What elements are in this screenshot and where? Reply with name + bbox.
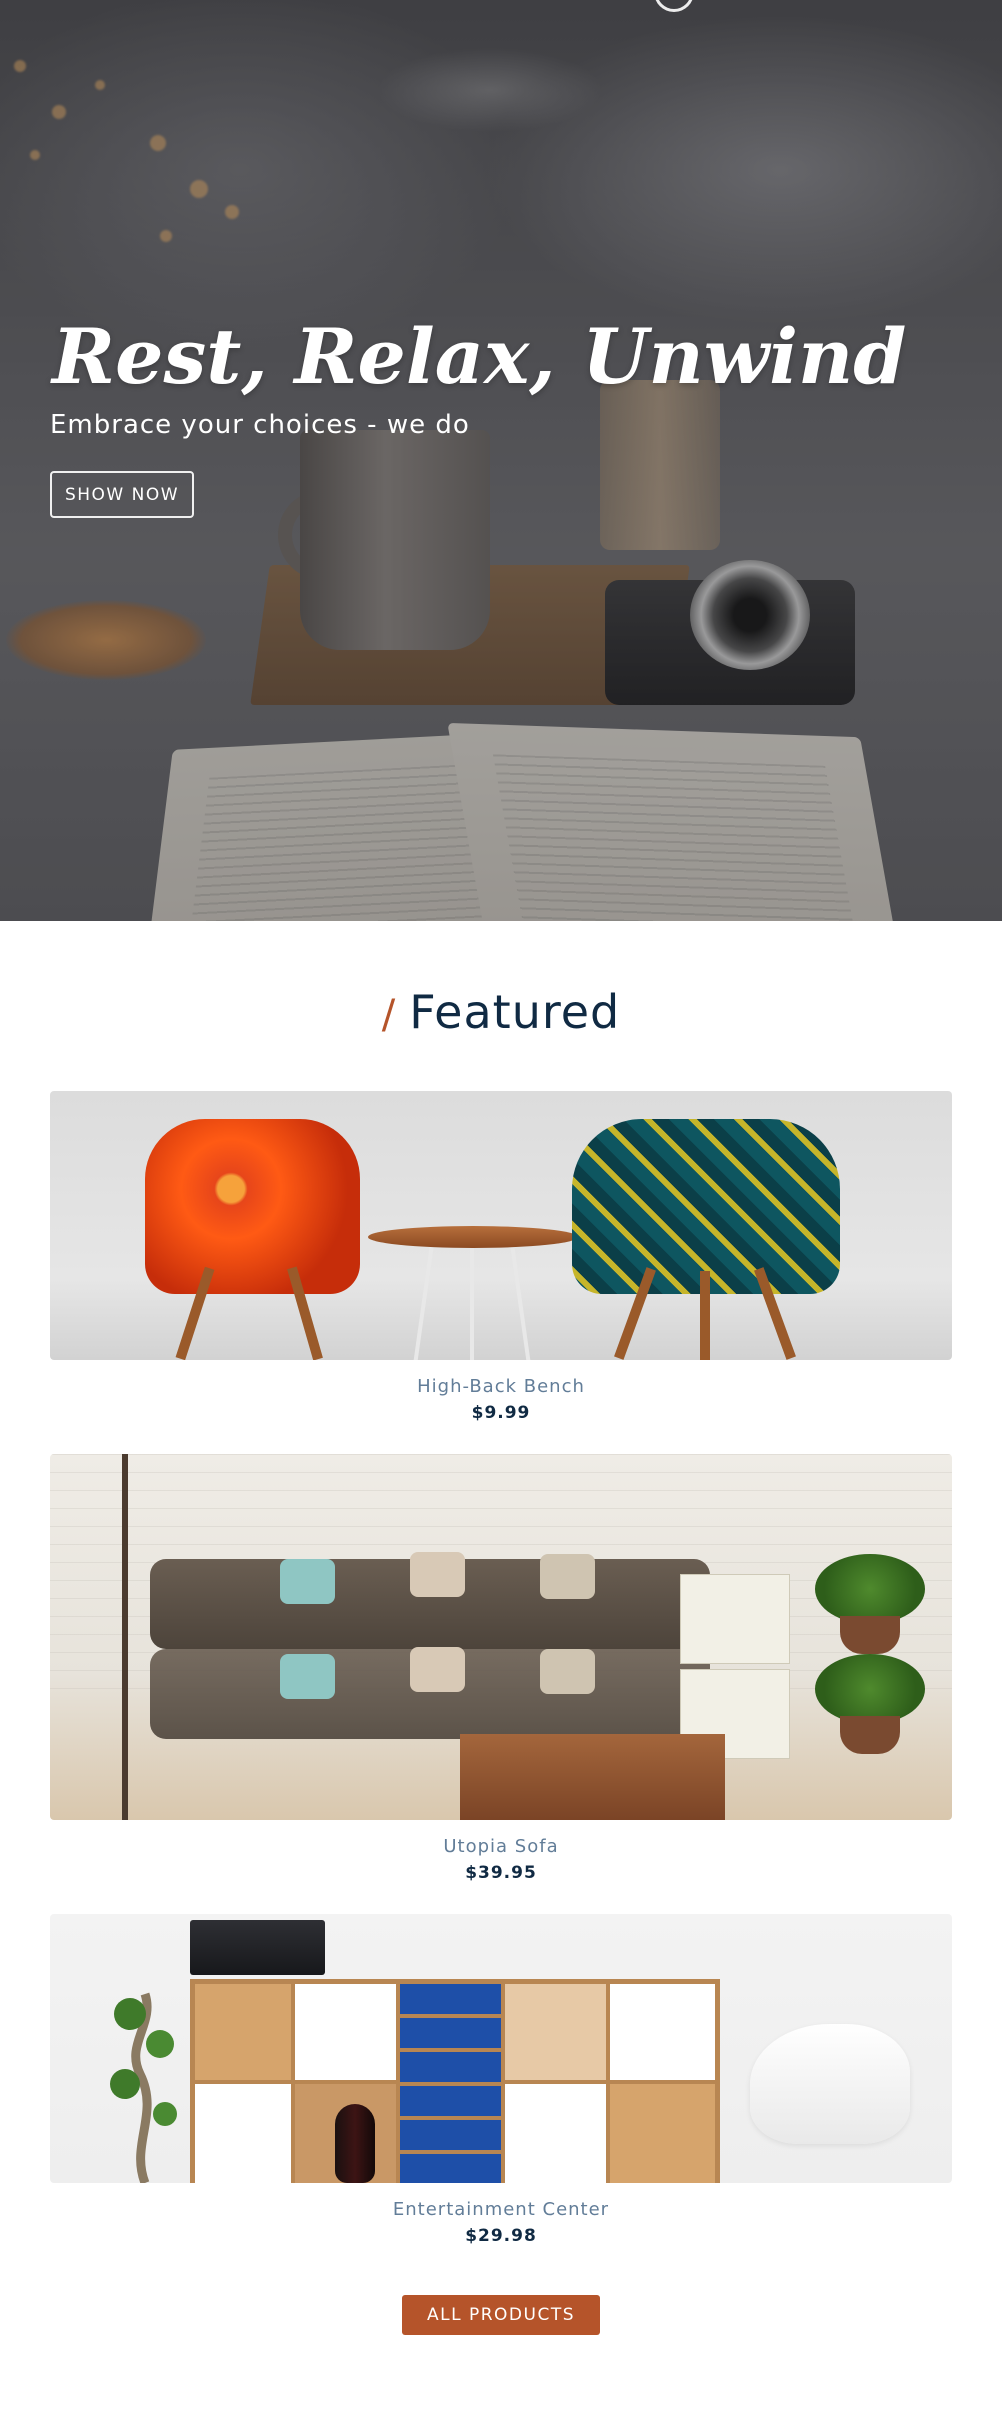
product-name[interactable]: High-Back Bench [50, 1376, 952, 1397]
hero-subtitle: Embrace your choices - we do [50, 410, 470, 440]
vase-image [335, 2104, 375, 2183]
white-chair-image [750, 2024, 910, 2144]
product-name[interactable]: Utopia Sofa [50, 1836, 952, 1857]
dresser-image [680, 1574, 790, 1664]
shelf-unit-image [190, 1979, 720, 2183]
product-card[interactable]: Entertainment Center $29.98 [50, 1914, 952, 2246]
product-image-bench[interactable] [50, 1091, 952, 1360]
coffee-table-image [460, 1734, 725, 1820]
red-chair-image [145, 1119, 360, 1294]
product-image-sofa[interactable] [50, 1454, 952, 1820]
product-name[interactable]: Entertainment Center [50, 2199, 952, 2220]
hero-overlay [0, 0, 1002, 921]
product-price: $39.95 [465, 1863, 537, 1883]
all-products-button[interactable]: ALL PRODUCTS [402, 2295, 600, 2335]
product-price: $29.98 [465, 2226, 537, 2246]
product-card[interactable]: Utopia Sofa $39.95 [50, 1454, 952, 1883]
green-chair-image [572, 1119, 840, 1294]
product-image-entertainment-center[interactable] [50, 1914, 952, 2183]
product-card[interactable]: High-Back Bench $9.99 [50, 1091, 952, 1423]
featured-title-text: Featured [409, 985, 621, 1039]
featured-section-title: / Featured [0, 985, 1002, 1039]
side-table-image [368, 1226, 578, 1248]
title-slash: / [381, 992, 396, 1038]
plant-image [815, 1554, 925, 1624]
stereo-image [190, 1920, 325, 1975]
show-now-button[interactable]: SHOW NOW [50, 471, 194, 518]
bonsai-plant-image [100, 1974, 190, 2183]
product-price: $9.99 [471, 1403, 531, 1423]
hero-banner: Rest, Relax, Unwind Embrace your choices… [0, 0, 1002, 921]
floor-lamp-pole [122, 1454, 128, 1820]
hero-title: Rest, Relax, Unwind [52, 312, 907, 401]
